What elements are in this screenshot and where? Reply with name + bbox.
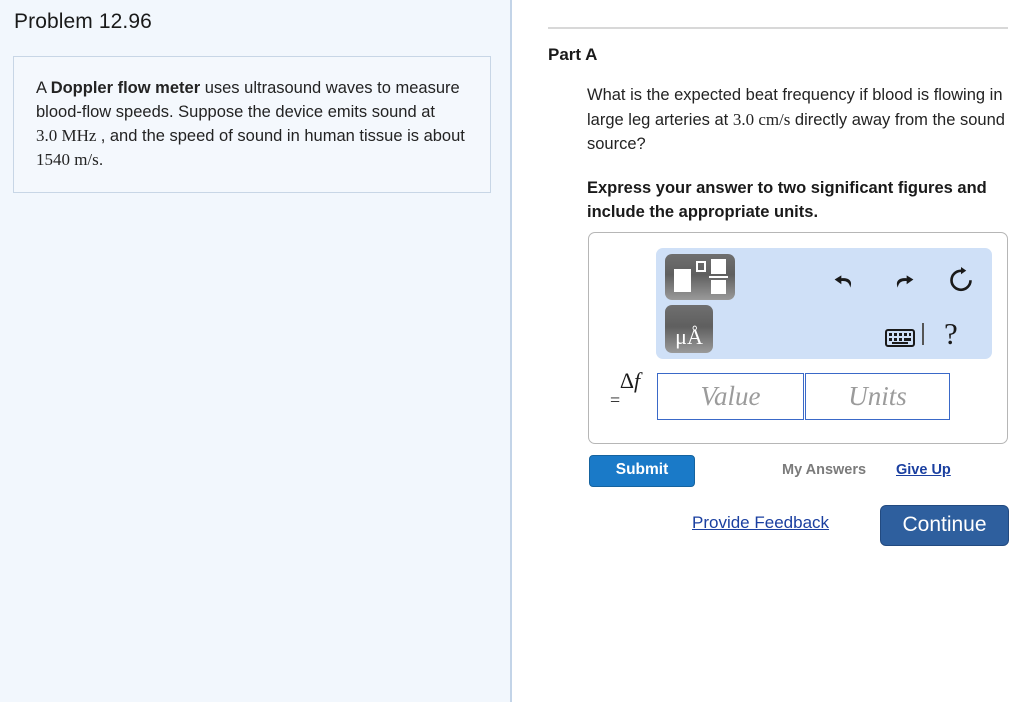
toolbar-separator bbox=[922, 323, 924, 345]
answer-input-row: Δf = Value Units bbox=[589, 369, 1009, 425]
answer-entry-container: μÅ ? Δf = Value Units bbox=[588, 232, 1008, 444]
statement-lead: A bbox=[36, 79, 51, 97]
reset-icon[interactable] bbox=[946, 265, 976, 299]
problem-statement-panel: Problem 12.96 A Doppler flow meter uses … bbox=[0, 0, 512, 702]
statement-bold-term: Doppler flow meter bbox=[50, 79, 201, 97]
value-input-placeholder: Value bbox=[700, 381, 761, 411]
template-glyph-fraction-bar bbox=[709, 276, 728, 278]
frequency-symbol: f bbox=[634, 368, 641, 393]
problem-statement-text: A Doppler flow meter uses ultrasound wav… bbox=[36, 76, 468, 172]
units-input-placeholder: Units bbox=[848, 381, 907, 411]
speed-unit-denominator: s bbox=[92, 150, 99, 169]
frequency-unit: MHz bbox=[61, 126, 97, 145]
speed-value: 1540 bbox=[36, 150, 70, 169]
my-answers-label[interactable]: My Answers bbox=[782, 462, 866, 478]
problem-statement-box: A Doppler flow meter uses ultrasound wav… bbox=[13, 56, 491, 193]
template-glyph-numerator bbox=[711, 259, 726, 274]
page-title: Problem 12.96 bbox=[14, 10, 152, 33]
template-glyph-denominator bbox=[711, 280, 726, 294]
submit-button[interactable]: Submit bbox=[589, 455, 695, 487]
answer-instruction: Express your answer to two significant f… bbox=[587, 178, 987, 222]
template-glyph-box-large bbox=[674, 269, 691, 292]
answer-panel: Part A What is the expected beat frequen… bbox=[514, 0, 1024, 702]
provide-feedback-link[interactable]: Provide Feedback bbox=[692, 513, 829, 533]
template-glyph-box-small bbox=[696, 261, 706, 272]
problem-page: Problem 12.96 A Doppler flow meter uses … bbox=[0, 0, 1024, 702]
units-palette-label: μÅ bbox=[675, 324, 703, 349]
math-toolbar: μÅ ? bbox=[656, 248, 992, 359]
units-input[interactable]: Units bbox=[805, 373, 950, 420]
divider bbox=[548, 27, 1008, 29]
answer-variable: Δf bbox=[608, 369, 652, 392]
redo-icon[interactable] bbox=[890, 268, 917, 299]
undo-icon[interactable] bbox=[831, 268, 858, 299]
units-palette-button[interactable]: μÅ bbox=[665, 305, 713, 353]
statement-part2: , and the speed of sound in human tissue… bbox=[100, 127, 465, 145]
template-chooser-button[interactable] bbox=[665, 254, 735, 300]
speed-unit-numerator: m bbox=[74, 150, 88, 169]
equals-symbol: = bbox=[610, 390, 621, 410]
statement-period: . bbox=[98, 151, 104, 169]
frequency-value: 3.0 bbox=[36, 126, 58, 145]
question-block: What is the expected beat frequency if b… bbox=[587, 83, 1012, 225]
continue-button[interactable]: Continue bbox=[880, 505, 1009, 546]
value-input[interactable]: Value bbox=[657, 373, 804, 420]
blood-speed-value: 3.0 bbox=[732, 109, 755, 129]
delta-symbol: Δ bbox=[619, 368, 635, 393]
keyboard-icon[interactable] bbox=[885, 327, 915, 353]
blood-speed-unit-numerator: cm bbox=[758, 109, 780, 129]
part-heading: Part A bbox=[548, 45, 598, 64]
answer-expression-label: Δf = bbox=[608, 369, 652, 410]
give-up-link[interactable]: Give Up bbox=[896, 462, 951, 478]
question-text: What is the expected beat frequency if b… bbox=[587, 83, 1012, 157]
help-icon[interactable]: ? bbox=[944, 318, 958, 349]
